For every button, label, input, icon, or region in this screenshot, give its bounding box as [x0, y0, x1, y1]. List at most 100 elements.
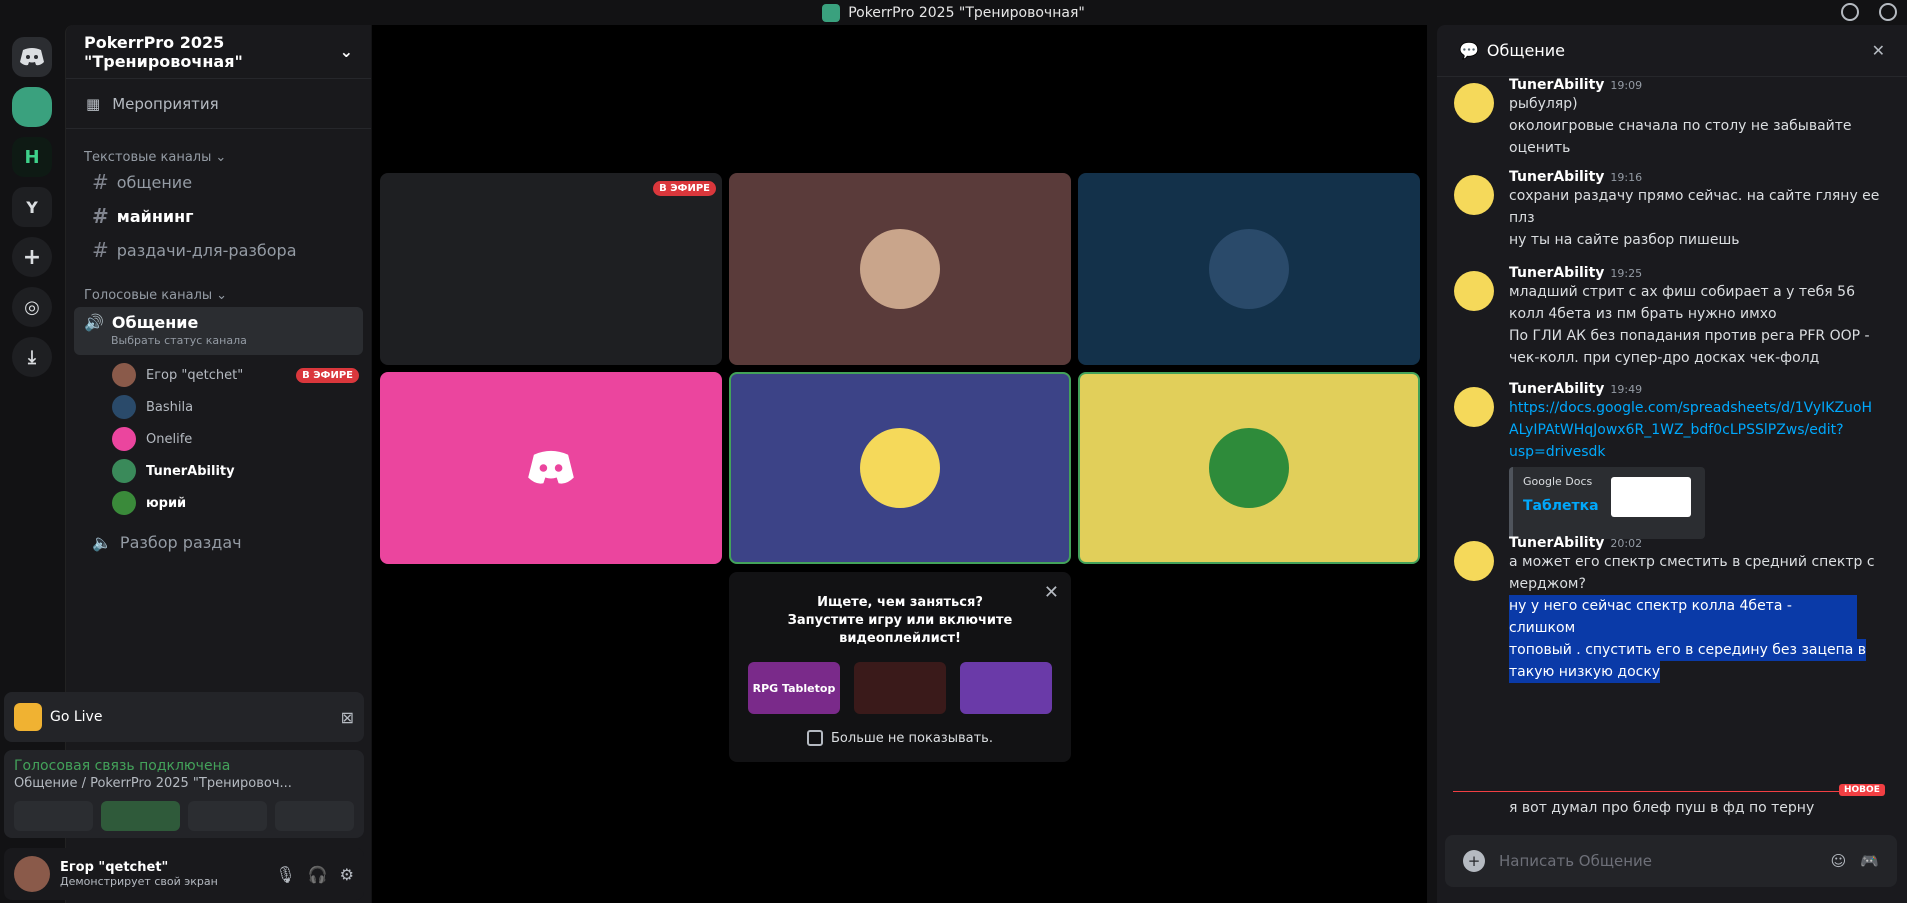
activity-card[interactable]: RPG Tabletop — [748, 662, 840, 714]
avatar[interactable] — [1454, 83, 1494, 123]
voice-connection-panel: Голосовая связь подключена Общение / Pok… — [4, 750, 364, 838]
avatar[interactable] — [1454, 271, 1494, 311]
calendar-icon: ▦ — [86, 94, 101, 113]
headphones-icon[interactable]: 🎧 — [308, 865, 328, 884]
close-icon[interactable]: ⊠ — [341, 708, 354, 727]
link-embed[interactable]: Google Docs Таблетка — [1509, 467, 1705, 539]
message: TunerAbility 20:02 а может его спектр сме… — [1437, 535, 1897, 683]
author[interactable]: TunerAbility — [1509, 535, 1604, 551]
gear-icon[interactable]: ⚙ — [340, 865, 354, 884]
link[interactable]: usp=drivesdk — [1509, 441, 1897, 463]
discord-home-icon[interactable] — [12, 37, 52, 77]
avatar — [112, 395, 136, 419]
avatar[interactable] — [1454, 387, 1494, 427]
help-icon[interactable] — [1879, 3, 1897, 21]
author[interactable]: TunerAbility — [1509, 169, 1604, 185]
channel-status[interactable]: Выбрать статус канала — [111, 334, 353, 347]
link[interactable]: https://docs.google.com/spreadsheets/d/1… — [1509, 397, 1897, 419]
voice-user[interactable]: Bashila — [66, 391, 371, 423]
avatar[interactable] — [14, 856, 50, 892]
message: TunerAbility 19:49 https://docs.google.co… — [1437, 381, 1897, 539]
link[interactable]: ALyIPAtWHqJowx6R_1WZ_bdf0cLPSSlPZws/edit… — [1509, 419, 1897, 441]
message-composer: + Написать Общение ☺ 🎮 — [1445, 835, 1897, 887]
server-name: PokerrPro 2025 "Тренировочная" — [84, 32, 243, 71]
live-badge: В ЭФИРЕ — [653, 181, 716, 196]
chevron-down-icon: ⌄ — [339, 42, 353, 61]
chat-header: 💬 Общение ✕ — [1437, 25, 1907, 77]
download-icon[interactable]: ⤓ — [12, 337, 52, 377]
go-live-icon — [14, 703, 42, 731]
avatar — [112, 491, 136, 515]
activity-icon[interactable] — [188, 801, 267, 831]
hash-icon: # — [92, 170, 109, 194]
channel-razdachi[interactable]: # раздачи-для-разбора — [74, 233, 363, 267]
voice-channel-active[interactable]: 🔊 Общение Выбрать статус канала — [74, 307, 363, 355]
message-input[interactable]: Написать Общение — [1499, 852, 1821, 870]
add-attachment-icon[interactable]: + — [1463, 850, 1485, 872]
voice-category[interactable]: Голосовые каналы ⌄ — [66, 267, 371, 303]
server-pokerrpro-icon[interactable] — [12, 87, 52, 127]
dont-show-checkbox[interactable] — [807, 730, 824, 746]
voice-channel-razbor[interactable]: 🔈 Разбор раздач — [74, 525, 363, 559]
new-messages-divider — [1453, 791, 1877, 792]
highlighted-text: ну у него сейчас спектр колла 4бета - сл… — [1509, 595, 1857, 639]
chat-bubble-icon: 💬 — [1459, 41, 1479, 60]
voice-user[interactable]: Onelife — [66, 423, 371, 455]
avatar[interactable] — [1454, 541, 1494, 581]
live-badge: В ЭФИРЕ — [296, 367, 359, 383]
voice-location[interactable]: Общение / PokerrPro 2025 "Тренировоч... — [14, 776, 354, 791]
go-live-panel: Go Live ⊠ — [4, 692, 364, 742]
hash-icon: # — [92, 238, 109, 262]
server-h-icon[interactable]: H — [12, 137, 52, 177]
participant-tile[interactable] — [729, 173, 1071, 365]
author[interactable]: TunerAbility — [1509, 265, 1604, 281]
inbox-icon[interactable] — [1841, 3, 1859, 21]
channel-mining[interactable]: # майнинг — [74, 199, 363, 233]
speaker-icon: 🔊 — [84, 313, 104, 332]
app-icon — [822, 3, 841, 22]
message: TunerAbility 19:09 рыбуляр) околоигровые … — [1437, 77, 1897, 159]
events-row[interactable]: ▦ Мероприятия — [66, 79, 371, 129]
user-panel: Егор "qetchet" Демонстрирует свой экран … — [4, 848, 364, 900]
activity-card[interactable] — [960, 662, 1052, 714]
title-bar: PokerrPro 2025 "Тренировочная" — [0, 0, 1907, 25]
soundboard-icon[interactable] — [275, 801, 354, 831]
mic-icon[interactable]: 🎙 — [275, 865, 295, 884]
stop-stream-icon[interactable] — [101, 801, 180, 831]
close-icon[interactable]: ✕ — [1044, 582, 1059, 603]
text-category[interactable]: Текстовые каналы ⌄ — [66, 129, 371, 165]
avatar[interactable] — [1454, 175, 1494, 215]
discover-icon[interactable]: ◎ — [12, 287, 52, 327]
stream-tile[interactable]: В ЭФИРЕ — [380, 173, 722, 365]
gamepad-icon[interactable]: 🎮 — [1860, 852, 1879, 870]
avatar — [1209, 428, 1289, 508]
highlighted-text: такую низкую доску — [1509, 661, 1661, 683]
embed-thumbnail — [1611, 477, 1691, 517]
emoji-icon[interactable]: ☺ — [1831, 852, 1847, 870]
close-icon[interactable]: ✕ — [1872, 41, 1885, 60]
message: TunerAbility 19:16 сохрани раздачу прямо … — [1437, 169, 1897, 251]
author[interactable]: TunerAbility — [1509, 77, 1604, 93]
activity-card[interactable] — [854, 662, 946, 714]
add-server-icon[interactable]: + — [12, 237, 52, 277]
voice-user[interactable]: Егор "qetchet" В ЭФИРЕ — [66, 359, 371, 391]
channel-obshenie[interactable]: # общение — [74, 165, 363, 199]
participant-tile[interactable] — [380, 372, 722, 564]
activity-prompt-text: Ищете, чем заняться? Запустите игру или … — [787, 595, 1013, 646]
participant-tile[interactable] — [729, 372, 1071, 564]
window-title: PokerrPro 2025 "Тренировочная" — [848, 4, 1085, 21]
avatar — [860, 229, 940, 309]
camera-off-icon[interactable] — [14, 801, 93, 831]
chat-title: Общение — [1486, 41, 1565, 60]
author[interactable]: TunerAbility — [1509, 381, 1604, 397]
participant-tile[interactable] — [1078, 173, 1420, 365]
message: TunerAbility 19:25 младший стрит с ах фиш… — [1437, 265, 1897, 369]
events-label: Мероприятия — [112, 94, 219, 113]
voice-connected-label[interactable]: Голосовая связь подключена — [14, 758, 354, 774]
new-badge: НОВОЕ — [1839, 784, 1885, 796]
server-header[interactable]: PokerrPro 2025 "Тренировочная" ⌄ — [66, 25, 371, 79]
participant-tile[interactable] — [1078, 372, 1420, 564]
voice-user[interactable]: юрий — [66, 487, 371, 519]
server-y-icon[interactable]: Y — [12, 187, 52, 227]
voice-user[interactable]: TunerAbility — [66, 455, 371, 487]
